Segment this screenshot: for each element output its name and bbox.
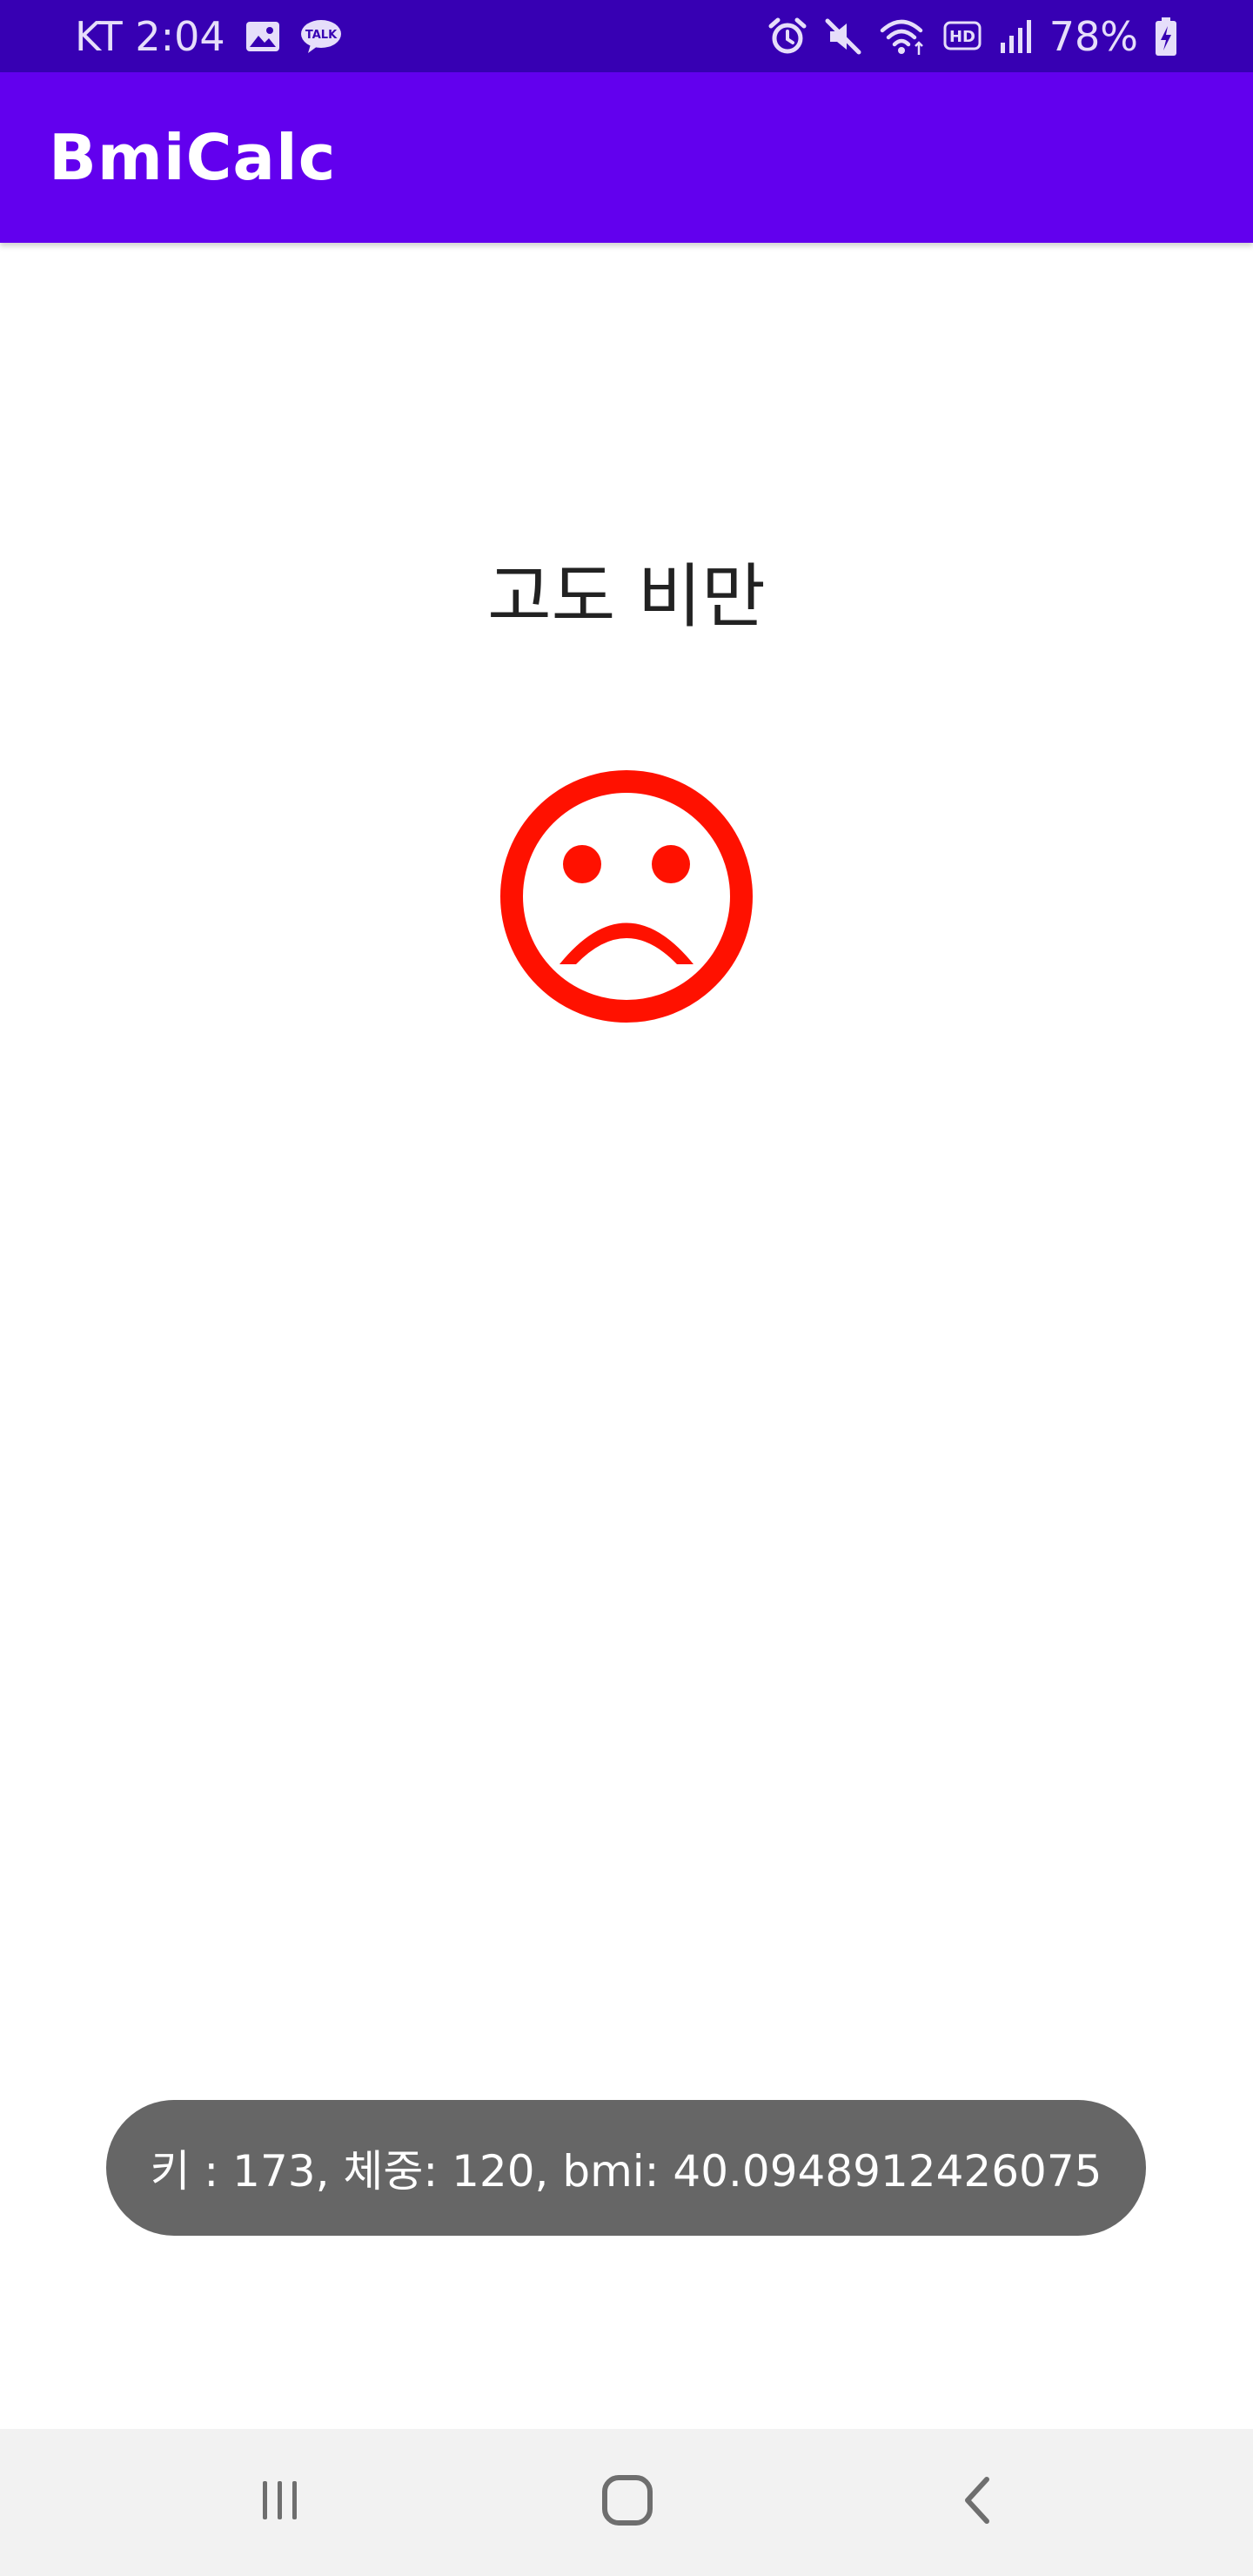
hd-icon: HD <box>943 19 983 54</box>
toast-message: 키 : 173, 체중: 120, bmi: 40.0948912426075 <box>150 2146 1102 2197</box>
signal-icon <box>999 18 1034 55</box>
mute-icon <box>823 17 863 57</box>
hd-badge: HD <box>949 28 975 46</box>
gallery-icon <box>245 20 281 53</box>
status-right: HD 78% <box>752 0 1178 72</box>
home-button[interactable] <box>540 2429 714 2576</box>
wifi-icon <box>879 17 928 57</box>
talk-icon: TALK <box>300 18 342 55</box>
sad-face-icon <box>499 768 754 1024</box>
battery-percent: 78% <box>1049 12 1138 60</box>
back-icon <box>954 2474 1006 2531</box>
result-label: 고도 비만 <box>487 556 766 637</box>
battery-charging-icon <box>1154 17 1178 57</box>
navigation-bar <box>0 2429 1253 2576</box>
carrier-time: KT 2:04 <box>75 12 225 60</box>
status-left: KT 2:04 TALK <box>75 0 342 72</box>
talk-badge: TALK <box>305 29 337 42</box>
recent-apps-button[interactable] <box>193 2429 367 2576</box>
app-title: BmiCalc <box>49 121 337 194</box>
status-bar: KT 2:04 TALK HD 78% <box>0 0 1253 72</box>
alarm-icon <box>767 17 807 57</box>
back-button[interactable] <box>893 2429 1067 2576</box>
app-bar: BmiCalc <box>0 72 1253 243</box>
screen: KT 2:04 TALK HD 78% BmiCalc 고도 비만 키: 17… <box>0 0 1253 2576</box>
toast: 키 : 173, 체중: 120, bmi: 40.0948912426075 <box>106 2100 1146 2236</box>
home-icon <box>600 2472 655 2532</box>
recent-apps-icon <box>254 2474 306 2531</box>
